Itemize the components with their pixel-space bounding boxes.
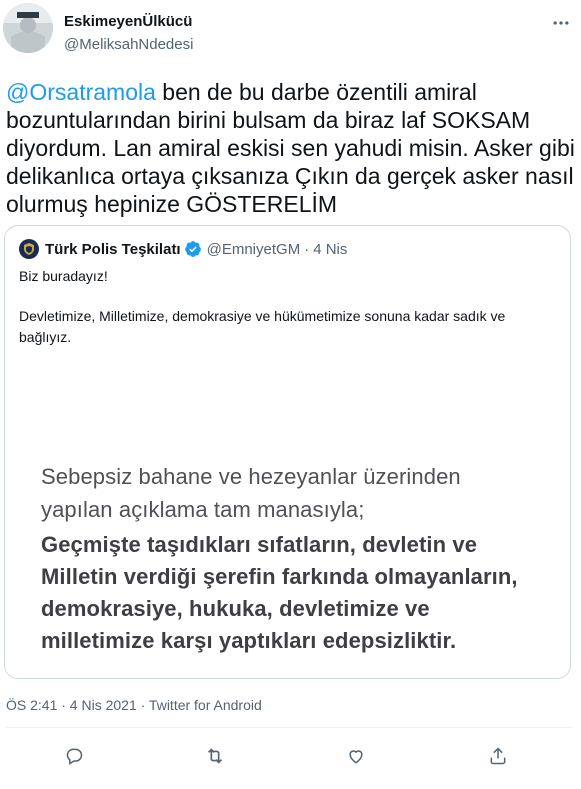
image-text-line: Sebepsiz bahane ve hezeyanlar üzerinden (41, 464, 461, 489)
separator-dot: · (304, 240, 310, 258)
more-icon[interactable] (548, 10, 574, 36)
like-icon[interactable] (344, 744, 368, 768)
image-text-line: Geçmişte taşıdıkları sıfatların, devleti… (41, 532, 478, 557)
tweet: EskimeyenÜlkücü @MeliksahNdedesi @Orsatr… (0, 0, 581, 789)
quoted-tweet-header: Türk Polis Teşkilatı @EmniyetGM · 4 Nis (19, 239, 347, 259)
tweet-timestamp[interactable]: ÖS 2:41 · 4 Nis 2021 · Twitter for Andro… (6, 697, 262, 713)
retweet-icon[interactable] (203, 744, 227, 768)
image-text-line: milletimize karşı yaptıkları edepsizlikt… (41, 628, 457, 653)
image-text-line: demokrasiye, hukuka, devletimize ve (41, 596, 430, 621)
quoted-author-handle[interactable]: @EmniyetGM (207, 241, 301, 258)
verified-badge-icon (184, 241, 201, 257)
author-name[interactable]: EskimeyenÜlkücü (64, 13, 192, 30)
quoted-image[interactable]: Sebepsiz bahane ve hezeyanlar üzerinden … (5, 356, 570, 678)
tweet-text: @Orsatramola ben de bu darbe özentili am… (6, 78, 576, 218)
quoted-tweet[interactable]: Türk Polis Teşkilatı @EmniyetGM · 4 Nis … (4, 225, 571, 679)
author-avatar[interactable] (3, 3, 53, 53)
image-text-line: Milletin verdiği şerefin farkında olmaya… (41, 564, 518, 589)
quoted-date[interactable]: 4 Nis (313, 241, 347, 258)
mention-link[interactable]: @Orsatramola (6, 79, 156, 105)
quoted-text-line2: Devletimize, Milletimize, demokrasiye ve… (19, 308, 506, 345)
quoted-author-avatar[interactable] (19, 239, 39, 259)
share-icon[interactable] (486, 744, 510, 768)
image-text-line: yapılan açıklama tam manasıyla; (41, 497, 365, 522)
quoted-text-line1: Biz buradayız! (19, 268, 108, 284)
divider (6, 727, 572, 728)
reply-icon[interactable] (62, 744, 86, 768)
quoted-author-name[interactable]: Türk Polis Teşkilatı (45, 241, 181, 258)
author-handle[interactable]: @MeliksahNdedesi (64, 36, 193, 53)
